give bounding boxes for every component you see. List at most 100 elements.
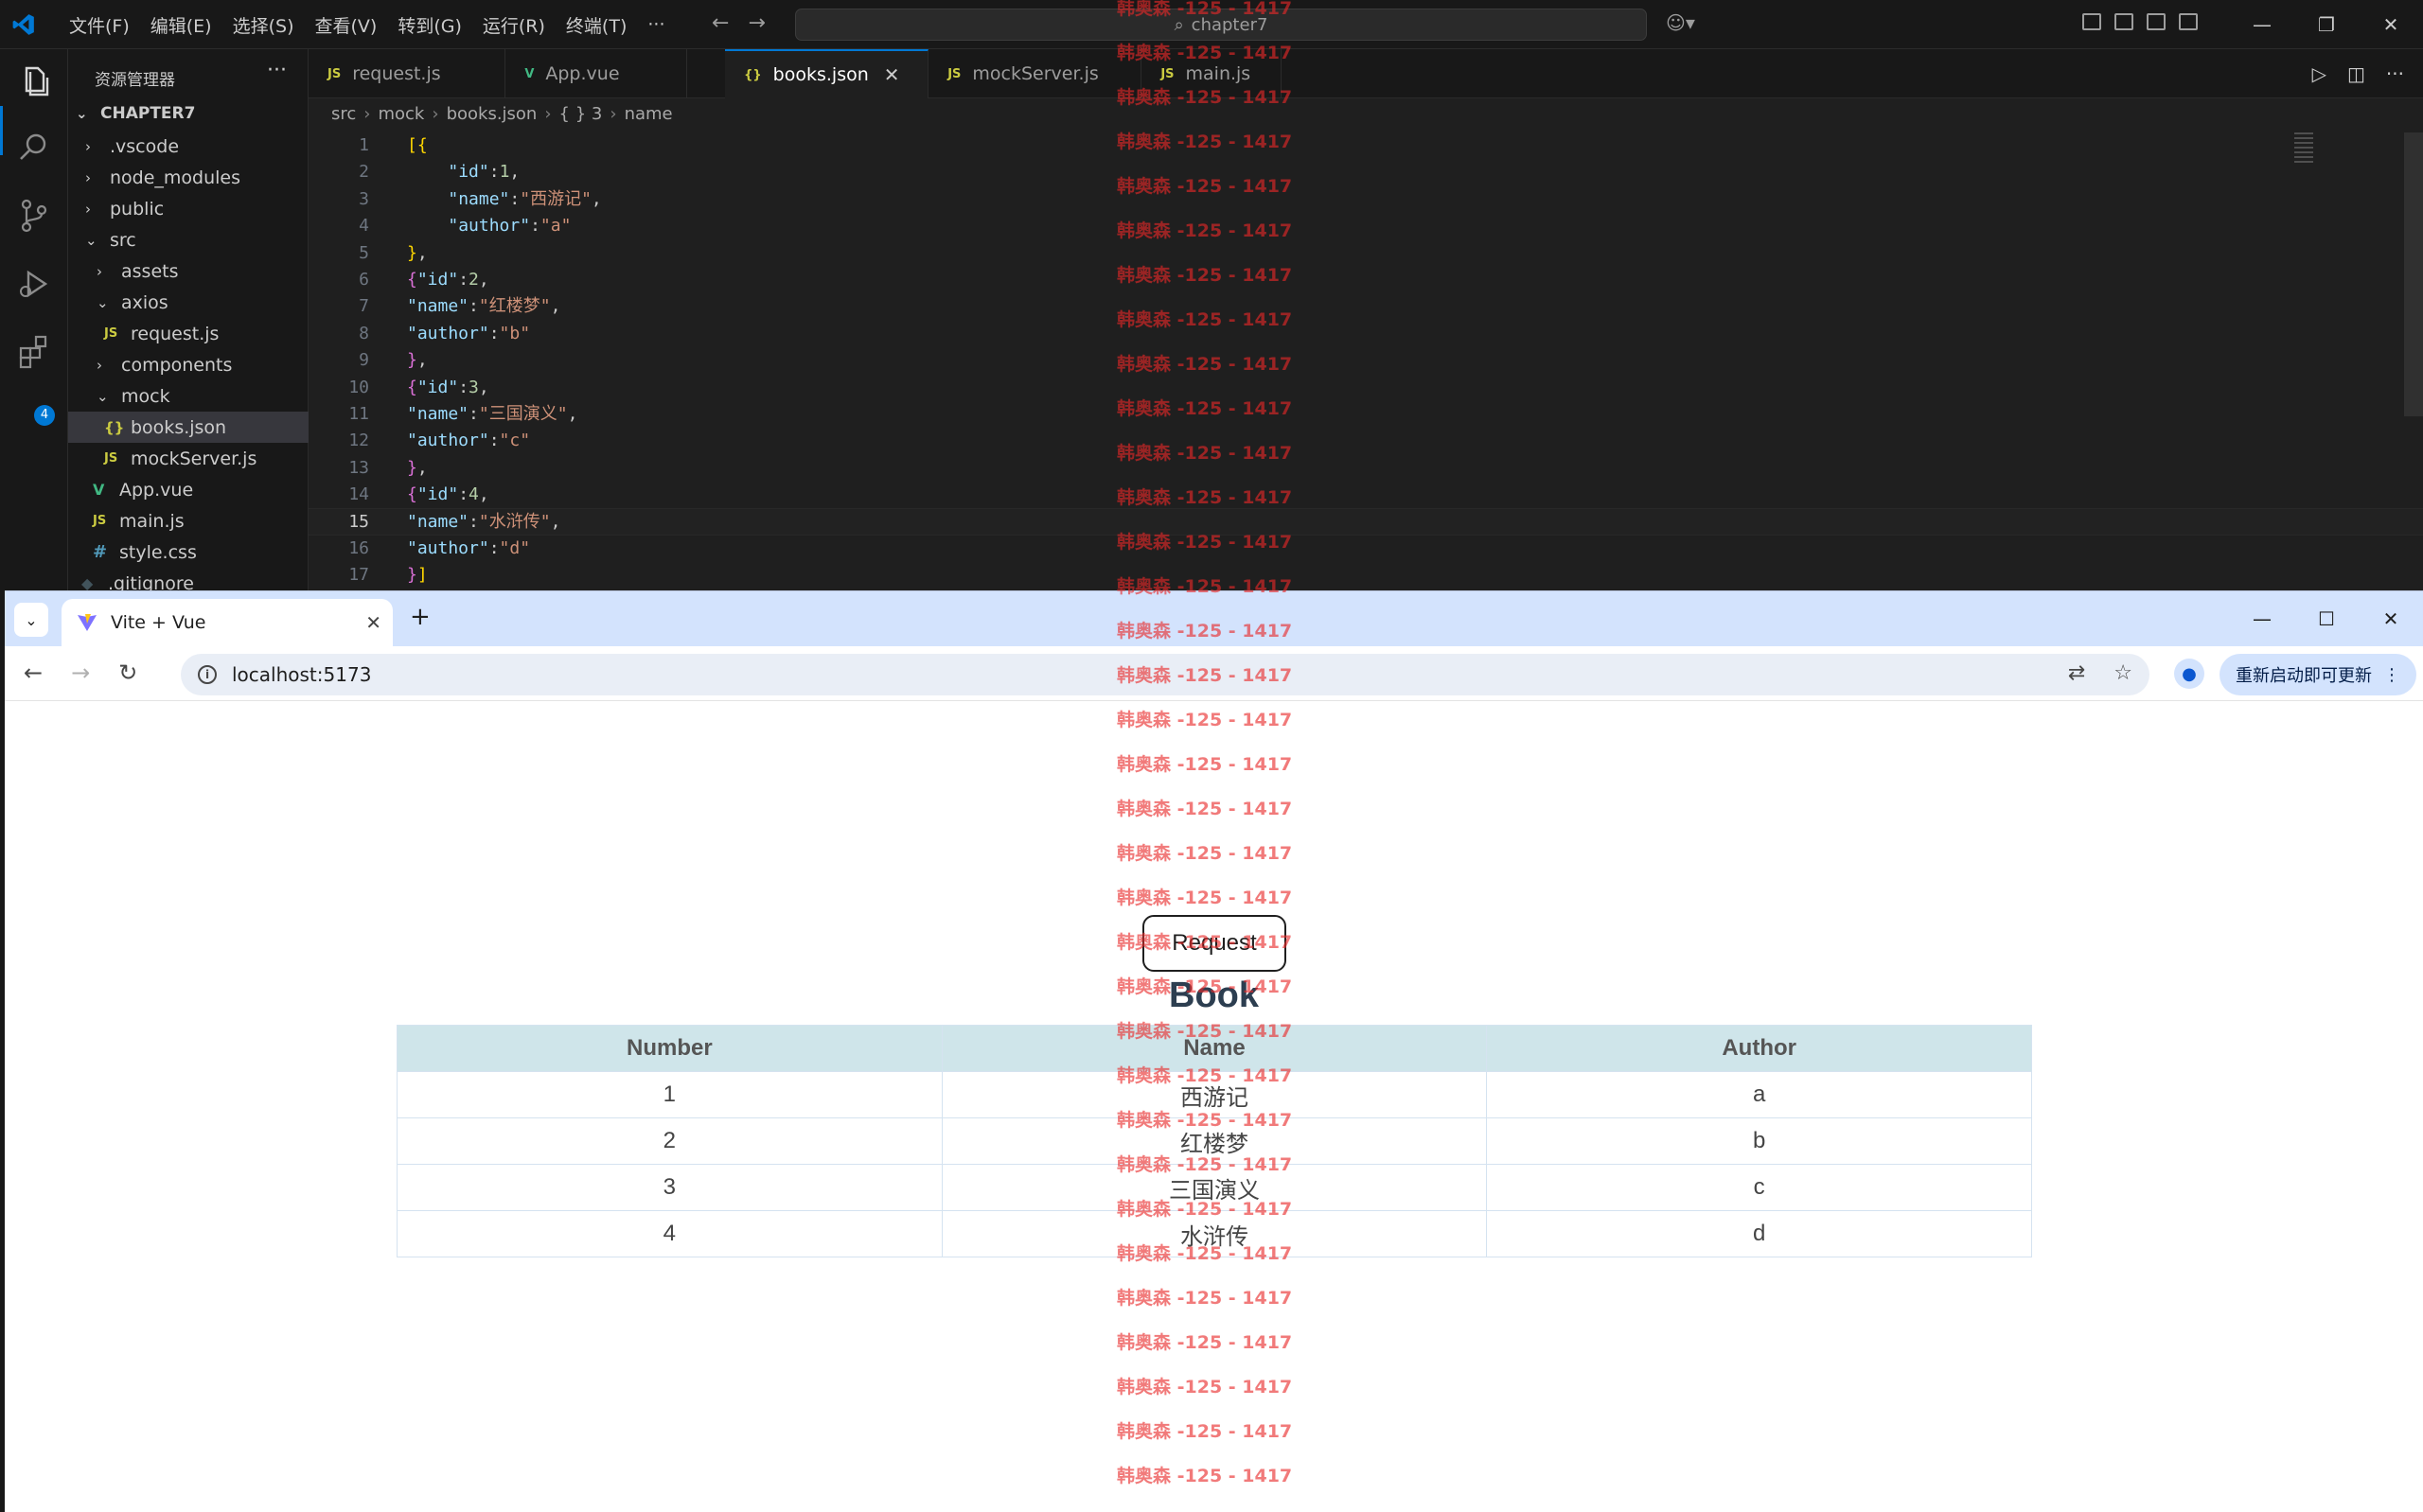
code-token: , (509, 162, 521, 183)
restore-icon[interactable]: ❐ (2294, 0, 2359, 49)
profile-avatar-icon[interactable]: ● (2174, 659, 2204, 689)
tree-item[interactable]: › .vscode (68, 131, 309, 162)
tree-item[interactable]: ⌄ src (68, 224, 309, 255)
breadcrumb-item[interactable]: books.json (447, 104, 538, 124)
tree-item[interactable]: # style.css (68, 536, 309, 568)
tree-item[interactable]: › assets (68, 255, 309, 287)
minimize-icon[interactable]: — (2230, 0, 2294, 49)
breadcrumb-item[interactable]: { } 3 (559, 104, 603, 124)
chevron-right-icon: › (97, 356, 102, 374)
tree-item[interactable]: JS main.js (68, 505, 309, 536)
code-token: "d" (499, 537, 531, 558)
code-line: 16 "author":"d" (309, 536, 2423, 562)
tab-App-vue[interactable]: V App.vue (505, 49, 687, 98)
breadcrumb-separator-icon: › (610, 104, 617, 124)
update-button[interactable]: 重新启动即可更新 ⋮ (2220, 654, 2416, 695)
menu-item[interactable]: 文件(F) (59, 12, 140, 38)
code-line: 3 "name":"西游记", (309, 186, 2423, 213)
close-icon[interactable]: ✕ (2359, 0, 2423, 49)
menu-item[interactable]: 选择(S) (222, 12, 305, 38)
close-icon[interactable]: ✕ (2359, 591, 2423, 646)
editor-scrollbar[interactable] (2404, 132, 2423, 416)
menu-item[interactable]: 转到(G) (387, 12, 472, 38)
breadcrumb-item[interactable]: name (625, 104, 673, 124)
tree-item[interactable]: JS mockServer.js (68, 443, 309, 474)
breadcrumb-separator-icon: › (363, 104, 371, 124)
tree-item-label: request.js (131, 323, 220, 344)
request-button[interactable]: Request (1142, 915, 1286, 972)
source-control-icon[interactable] (15, 197, 53, 235)
code-token: : (530, 216, 540, 237)
extensions-icon[interactable] (15, 333, 53, 371)
tree-item[interactable]: JS request.js (68, 318, 309, 349)
tab-search-icon[interactable]: ⌄ (14, 603, 48, 637)
tree-item[interactable]: ⌄ mock (68, 380, 309, 412)
tree-item[interactable]: V App.vue (68, 474, 309, 505)
more-icon[interactable]: ··· (2386, 62, 2404, 85)
toggle-panel-icon[interactable] (2147, 13, 2166, 30)
run-icon[interactable]: ▷ (2312, 62, 2326, 85)
workspace-root[interactable]: ⌄ CHAPTER7 (76, 104, 195, 123)
code-text: "author":"a" (407, 213, 571, 239)
search-icon[interactable] (15, 129, 53, 167)
column-header-author: Author (1486, 1025, 2032, 1072)
more-actions-icon[interactable]: ··· (267, 59, 287, 82)
tree-item[interactable]: › node_modules (68, 162, 309, 193)
code-token: : (488, 537, 500, 558)
breadcrumb-item[interactable]: src (331, 104, 356, 124)
bookmark-star-icon[interactable]: ☆ (2113, 661, 2132, 685)
close-tab-icon[interactable]: ✕ (365, 611, 381, 634)
file-tree: › .vscode › node_modules › public ⌄ src › assets ⌄… (68, 131, 309, 599)
code-token: "author" (407, 431, 489, 451)
split-editor-icon[interactable]: ◫ (2347, 62, 2365, 85)
tree-item-label: books.json (131, 416, 227, 438)
code-line: 12 "author":"c" (309, 428, 2423, 454)
code-token: "b" (499, 323, 531, 343)
back-arrow-icon[interactable]: ← (712, 11, 729, 35)
tab-request-js[interactable]: JS request.js (309, 49, 506, 98)
maximize-icon[interactable]: ☐ (2294, 591, 2359, 646)
code-text: }, (407, 347, 428, 374)
tree-item[interactable]: {} books.json (68, 412, 309, 443)
menu-item[interactable]: 查看(V) (305, 12, 388, 38)
explorer-icon[interactable] (15, 62, 53, 100)
minimap[interactable] (2294, 132, 2313, 165)
code-line: 14 {"id":4, (309, 482, 2423, 508)
code-token: , (478, 377, 489, 397)
code-token: "c" (499, 431, 531, 451)
menu-item[interactable]: ··· (637, 14, 675, 35)
kebab-menu-icon[interactable]: ⋮ (2383, 665, 2400, 685)
reload-icon[interactable]: ↻ (118, 659, 137, 686)
minimize-icon[interactable]: — (2230, 591, 2294, 646)
tree-item[interactable]: ⌄ axios (68, 287, 309, 318)
new-tab-icon[interactable]: + (410, 603, 431, 631)
forward-arrow-icon[interactable]: → (748, 11, 765, 35)
forward-icon[interactable]: → (71, 659, 90, 686)
menu-item[interactable]: 运行(R) (472, 12, 556, 38)
tab-mockServer-js[interactable]: JS mockServer.js (929, 49, 1142, 98)
code-token: "id" (416, 484, 459, 505)
toggle-sidebar-icon[interactable] (2114, 13, 2133, 30)
back-icon[interactable]: ← (24, 659, 43, 686)
breadcrumb-item[interactable]: mock (378, 104, 424, 124)
menu-item[interactable]: 终端(T) (556, 12, 637, 38)
table-cell: 西游记 (941, 1071, 1488, 1118)
address-bar[interactable]: i localhost:5173 ⇄ ☆ (181, 654, 2149, 695)
close-tab-icon[interactable]: ✕ (884, 63, 900, 86)
tree-item[interactable]: › public (68, 193, 309, 224)
menu-item[interactable]: 编辑(E) (140, 12, 222, 38)
code-editor[interactable]: 1[{2 "id":1, 3 "name":"西游记", 4 "author":"a… (309, 132, 2423, 589)
tab-main-js[interactable]: JS main.js (1141, 49, 1282, 98)
tab-books-json[interactable]: {} books.json ✕ (725, 49, 929, 98)
table-cell: d (1486, 1210, 2032, 1257)
toggle-secondary-sidebar-icon[interactable] (2179, 13, 2198, 30)
browser-tab[interactable]: Vite + Vue ✕ (62, 599, 393, 646)
run-debug-icon[interactable] (15, 265, 53, 303)
customize-layout-icon[interactable] (2082, 13, 2101, 30)
tree-item[interactable]: › components (68, 349, 309, 380)
translate-icon[interactable]: ⇄ (2068, 661, 2085, 685)
site-info-icon[interactable]: i (198, 665, 217, 684)
copilot-icon[interactable]: ☺▾ (1666, 11, 1695, 34)
command-center-search[interactable]: ⌕ chapter7 (795, 9, 1647, 41)
code-text: "id":1, (407, 159, 520, 185)
